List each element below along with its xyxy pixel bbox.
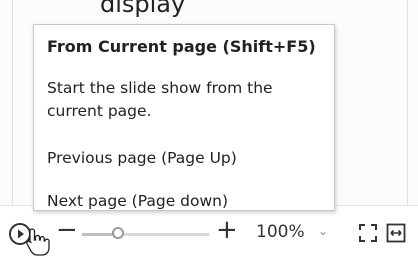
zoom-slider[interactable] <box>82 227 209 239</box>
zoom-level-label[interactable]: 100% <box>256 222 305 242</box>
fit-to-window-button[interactable] <box>357 222 379 244</box>
chevron-down-icon[interactable]: ⌄ <box>318 224 328 238</box>
fit-width-button[interactable] <box>385 222 407 244</box>
fit-to-window-icon <box>359 224 377 242</box>
right-divider <box>407 0 408 210</box>
zoom-out-button[interactable]: − <box>56 215 78 245</box>
zoom-in-button[interactable]: + <box>216 216 238 244</box>
partial-header-text: display <box>100 0 186 18</box>
slideshow-tooltip: From Current page (Shift+F5) Start the s… <box>33 24 335 211</box>
fit-width-icon <box>386 223 406 243</box>
tooltip-description: Start the slide show from the current pa… <box>47 79 273 120</box>
tooltip-previous-page: Previous page (Page Up) <box>47 149 237 167</box>
tooltip-next-page: Next page (Page down) <box>47 192 229 210</box>
tooltip-title: From Current page (Shift+F5) <box>47 37 316 56</box>
zoom-slider-thumb[interactable] <box>111 227 124 239</box>
left-divider <box>12 0 13 210</box>
hand-pointer-icon <box>24 227 52 257</box>
